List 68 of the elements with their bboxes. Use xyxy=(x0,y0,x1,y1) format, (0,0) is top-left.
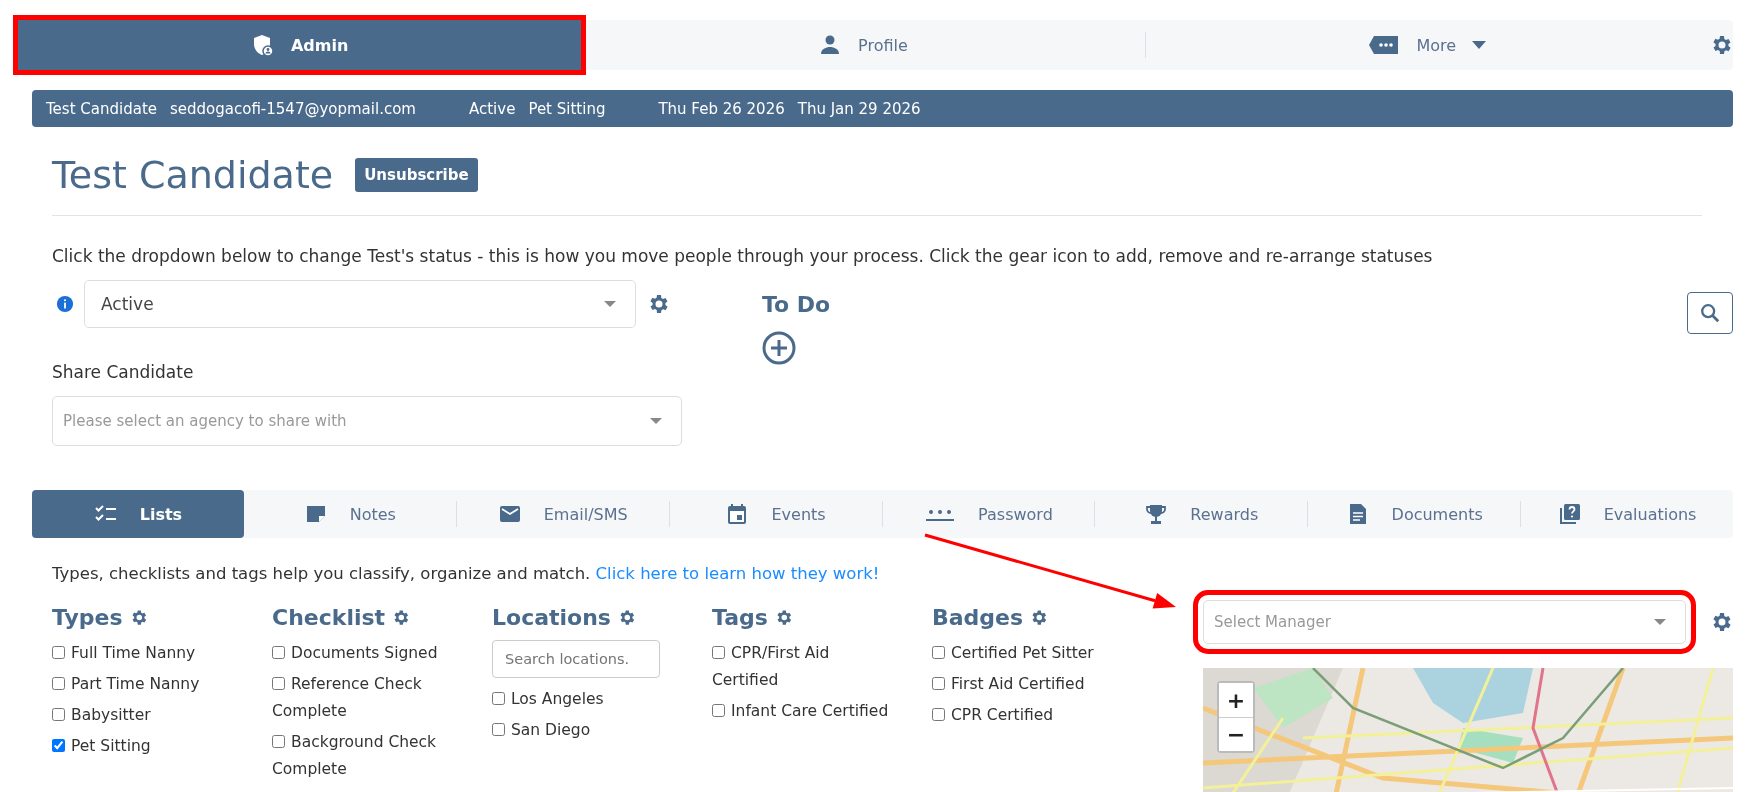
checkbox-label[interactable]: CPR/First Aid Certified xyxy=(712,640,894,694)
add-icon[interactable] xyxy=(762,331,796,365)
group-title: Tags xyxy=(712,605,768,630)
field-label: Share Candidate xyxy=(52,362,195,382)
section-title: To Do xyxy=(762,292,831,317)
group-title: Types xyxy=(52,605,123,630)
checkbox[interactable] xyxy=(492,692,505,705)
checkbox-label[interactable]: Infant Care Certified xyxy=(712,698,894,725)
search-icon xyxy=(1699,302,1721,324)
info-text: Test Candidate xyxy=(46,99,157,118)
checkbox-label[interactable]: Part Time Nanny xyxy=(52,671,234,698)
checkbox-label[interactable]: Reference Check Complete xyxy=(272,671,454,725)
info-text: Thu Jan 29 2026 xyxy=(797,99,921,118)
section-tab[interactable]: Documents xyxy=(1308,490,1521,538)
question-icon xyxy=(1557,502,1582,526)
help-text: Click the dropdown below to change Test's status - this is how you move people through your process. Click the gear icon to add, remove and re-arrange statuses xyxy=(52,246,1434,266)
info-text: Pet Sitting xyxy=(528,99,606,118)
checkbox-label[interactable]: CPR Certified xyxy=(932,702,1114,729)
checkbox-label[interactable]: Background Check Complete xyxy=(272,729,454,783)
section-tab[interactable]: Evaluations xyxy=(1521,490,1733,538)
caret-icon xyxy=(1653,617,1667,627)
checkbox[interactable] xyxy=(932,646,945,659)
section-tab[interactable]: Events xyxy=(669,490,882,538)
checkbox[interactable] xyxy=(492,723,505,736)
checkbox[interactable] xyxy=(272,646,285,659)
info-icon[interactable] xyxy=(56,295,74,313)
group-title: Badges xyxy=(932,605,1024,630)
search-button[interactable] xyxy=(1687,292,1733,334)
page-title: Test Candidate xyxy=(52,153,334,197)
checkbox[interactable] xyxy=(272,735,285,748)
checkbox[interactable] xyxy=(272,677,285,690)
checkbox-label[interactable]: First Aid Certified xyxy=(932,671,1114,698)
checkbox[interactable] xyxy=(712,646,725,659)
info-text: Thu Feb 26 2026 xyxy=(658,99,785,118)
caret-icon xyxy=(603,299,617,309)
section-tab[interactable]: Email/SMS xyxy=(456,490,669,538)
checkbox[interactable] xyxy=(932,708,945,721)
intro-text: Types, checklists and tags help you classify, organize and match. Click here to learn how they work! xyxy=(52,564,881,583)
checkbox[interactable] xyxy=(52,646,65,659)
checkbox-label[interactable]: San Diego xyxy=(492,717,674,744)
checkbox[interactable] xyxy=(932,677,945,690)
checkbox-label[interactable]: Certified Pet Sitter xyxy=(932,640,1114,667)
checkbox-label[interactable]: Full Time Nanny xyxy=(52,640,234,667)
caret-icon xyxy=(649,416,663,426)
info-text: Active xyxy=(468,99,516,118)
section-tab[interactable]: Notes xyxy=(243,490,456,538)
checkbox[interactable] xyxy=(712,704,725,717)
info-text: seddogacofi-1547@yopmail.com xyxy=(170,99,416,118)
section-tab[interactable]: Rewards xyxy=(1095,490,1308,538)
checkbox[interactable] xyxy=(52,677,65,690)
unsubscribe-button[interactable]: Unsubscribe xyxy=(355,158,478,192)
group-title: Locations xyxy=(492,605,611,630)
tag-icon xyxy=(1368,33,1401,57)
section-tab[interactable]: Password xyxy=(882,490,1095,538)
nav-tab[interactable]: More xyxy=(1145,20,1709,70)
checkbox-label[interactable]: Los Angeles xyxy=(492,686,674,713)
zoom-out-button[interactable]: − xyxy=(1219,717,1253,751)
nav-tab[interactable]: Profile xyxy=(581,20,1145,70)
section-tab[interactable]: Lists xyxy=(32,490,244,538)
trophy-icon xyxy=(1144,502,1169,526)
checkbox-label[interactable]: Pet Sitting xyxy=(52,733,234,760)
checkbox-label[interactable]: Documents Signed xyxy=(272,640,454,667)
search-field[interactable]: Search locations. xyxy=(492,640,660,678)
checkbox-label[interactable]: Babysitter xyxy=(52,702,234,729)
group-title: Checklist xyxy=(272,605,386,630)
checkbox[interactable] xyxy=(52,739,65,752)
status-select[interactable]: Active xyxy=(84,280,636,328)
checkbox[interactable] xyxy=(52,708,65,721)
